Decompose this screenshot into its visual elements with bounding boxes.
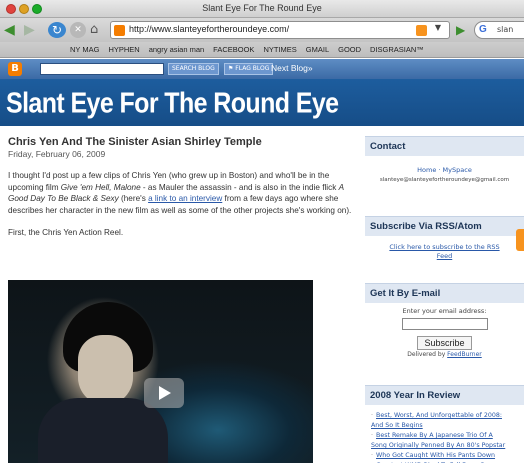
contact-links[interactable]: Home · MySpace <box>365 166 524 174</box>
play-icon[interactable] <box>144 378 184 408</box>
post-date: Friday, February 06, 2009 <box>8 149 106 159</box>
back-arrow-icon[interactable]: ◀ <box>4 22 15 38</box>
search-blog-button[interactable]: SEARCH BLOG <box>168 63 219 75</box>
sidebar: Contact Home · MySpace slanteye@slanteye… <box>365 136 524 463</box>
rss-icon[interactable] <box>516 229 524 251</box>
post-paragraph: I thought I'd post up a few clips of Chr… <box>8 170 353 216</box>
bookmark-item[interactable]: angry asian man <box>149 45 204 54</box>
bookmarks-bar: NY MAG HYPHEN angry asian man FACEBOOK NYTIM… <box>0 42 524 58</box>
review-link[interactable]: Who Got Caught With His Pants Down <box>376 452 495 459</box>
blog-post: Chris Yen And The Sinister Asian Shirley… <box>8 136 353 250</box>
next-blog-link[interactable]: Next Blog» <box>271 63 313 73</box>
contact-email: slanteye@slanteyefortheroundeye@gmail.co… <box>379 177 510 183</box>
review-list-item[interactable]: · Best, Worst, And Unforgettable of 2008: <box>371 411 520 421</box>
blogger-favicon-icon <box>114 25 125 36</box>
email-body: Enter your email address: Subscribe Deli… <box>365 307 524 385</box>
video-player[interactable] <box>8 280 313 463</box>
window-titlebar: Slant Eye For The Round Eye <box>0 0 524 18</box>
review-link[interactable]: And So It Begins <box>371 422 423 429</box>
stop-icon[interactable]: ✕ <box>70 22 86 38</box>
widget-heading: Get It By E-mail <box>365 283 524 303</box>
delivered-by-text: Delivered by <box>407 351 446 358</box>
go-arrow-icon[interactable]: ▶ <box>456 23 465 37</box>
blog-header: Slant Eye For The Round Eye <box>0 79 524 126</box>
widget-heading: Subscribe Via RSS/Atom <box>365 216 524 236</box>
bookmark-item[interactable]: NY MAG <box>70 45 99 54</box>
review-list-item[interactable]: · Who Got Caught With His Pants Down <box>371 451 520 461</box>
blog-title[interactable]: Slant Eye For The Round Eye <box>6 87 339 120</box>
blog-search-input[interactable] <box>40 63 164 75</box>
reload-icon[interactable]: ↻ <box>48 22 66 38</box>
post-text: - as Mauler the assassin - and is also i… <box>140 182 339 192</box>
post-text: (here's <box>118 194 149 203</box>
bullet-icon: · <box>371 432 374 439</box>
bookmark-item[interactable]: GOOD <box>338 45 361 54</box>
rss-subscribe-link[interactable]: Click here to subscribe to the RSS Feed <box>365 243 524 261</box>
delivered-by: Delivered by FeedBurner <box>365 351 524 358</box>
contact-body: Home · MySpace slanteye@slanteyeforthero… <box>365 166 524 216</box>
address-bar[interactable]: http://www.slanteyefortheroundeye.com/ ▼ <box>110 21 450 39</box>
bookmark-item[interactable]: DISGRASIAN™ <box>370 45 424 54</box>
bookmark-list: NY MAG HYPHEN angry asian man FACEBOOK NYTIM… <box>70 45 424 54</box>
email-widget: Get It By E-mail Enter your email addres… <box>365 283 524 385</box>
blogger-logo-icon[interactable]: B <box>8 62 22 76</box>
bullet-icon: · <box>371 452 374 459</box>
forward-arrow-icon[interactable]: ▶ <box>24 22 35 38</box>
window-title: Slant Eye For The Round Eye <box>202 3 322 13</box>
post-title[interactable]: Chris Yen And The Sinister Asian Shirley… <box>8 136 353 148</box>
review-list-item[interactable]: And So It Begins <box>371 421 520 431</box>
review-link[interactable]: Best Remake By A Japanese Trio Of A <box>376 432 493 439</box>
review-list-item[interactable]: Song Originally Penned By An 80's Popsta… <box>371 441 520 451</box>
flag-blog-button[interactable]: ⚑ FLAG BLOG <box>224 63 274 75</box>
post-paragraph: First, the Chris Yen Action Reel. <box>8 228 124 237</box>
blogger-navbar: B SEARCH BLOG ⚑ FLAG BLOG Next Blog» <box>0 59 524 79</box>
google-icon: G <box>479 24 487 35</box>
bullet-icon: · <box>371 412 374 419</box>
post-body: I thought I'd post up a few clips of Chr… <box>8 170 353 239</box>
url-text[interactable]: http://www.slanteyefortheroundeye.com/ <box>129 24 289 34</box>
review-link[interactable]: Best, Worst, And Unforgettable of 2008: <box>376 412 502 419</box>
review-widget: 2008 Year In Review · Best, Worst, And Un… <box>365 385 524 463</box>
email-label: Enter your email address: <box>402 307 487 315</box>
rss-feed-icon[interactable] <box>416 25 427 36</box>
bookmark-item[interactable]: FACEBOOK <box>213 45 254 54</box>
search-text[interactable]: slan <box>497 25 513 34</box>
browser-toolbar: ◀ ▶ ↻ ✕ ⌂ http://www.slanteyefortheround… <box>0 18 524 42</box>
email-field[interactable] <box>401 318 488 330</box>
chevron-down-icon[interactable]: ▼ <box>435 23 441 32</box>
bookmark-item[interactable]: GMAIL <box>306 45 329 54</box>
review-link[interactable]: Song Originally Penned By An 80's Popsta… <box>371 442 505 449</box>
search-input[interactable]: G slan <box>474 21 524 39</box>
review-list-item[interactable]: · Best Remake By A Japanese Trio Of A <box>371 431 520 441</box>
review-list: · Best, Worst, And Unforgettable of 2008:… <box>365 405 524 463</box>
subscribe-button[interactable]: Subscribe <box>417 336 472 350</box>
contact-widget: Contact Home · MySpace slanteye@slanteye… <box>365 136 524 216</box>
feedburner-link[interactable]: FeedBurner <box>447 351 482 358</box>
rss-body: Click here to subscribe to the RSS Feed <box>365 243 524 283</box>
interview-link[interactable]: a link to an interview <box>148 194 222 203</box>
widget-heading: Contact <box>365 136 524 156</box>
rss-widget: Subscribe Via RSS/Atom Click here to sub… <box>365 216 524 283</box>
bookmark-item[interactable]: HYPHEN <box>108 45 139 54</box>
home-icon[interactable]: ⌂ <box>90 22 98 38</box>
widget-heading: 2008 Year In Review <box>365 385 524 405</box>
video-figure-face <box>78 335 133 405</box>
film-title: Give 'em Hell, Malone <box>60 182 141 192</box>
bookmark-item[interactable]: NYTIMES <box>263 45 296 54</box>
